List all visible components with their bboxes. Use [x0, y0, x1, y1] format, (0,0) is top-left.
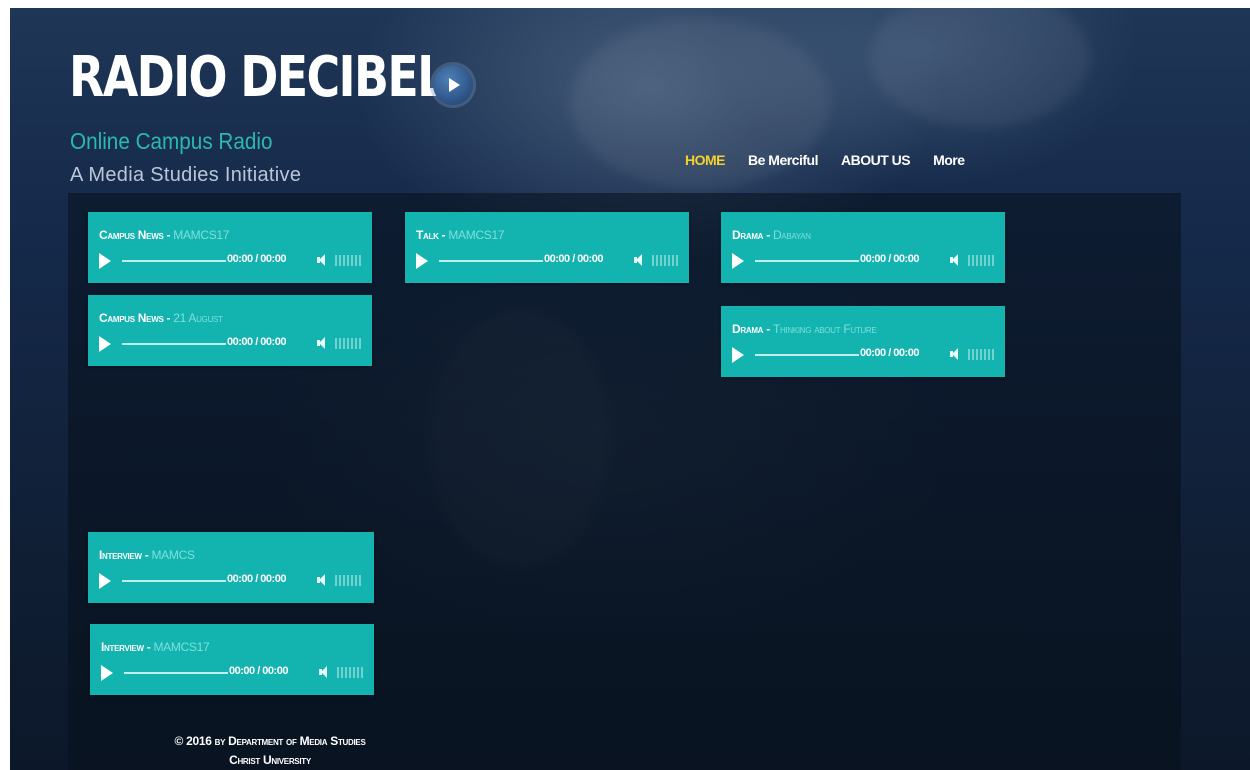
- audio-player: Drama - Thinking about Future 00:00 / 00…: [721, 306, 1005, 377]
- volume-icon-cone: [319, 337, 325, 349]
- volume-icon-cone: [319, 254, 325, 266]
- player-title: Campus News - MAMCS17: [99, 228, 229, 242]
- volume-slider[interactable]: [335, 338, 361, 349]
- play-icon[interactable]: [99, 336, 111, 352]
- title-separator: -: [163, 228, 174, 242]
- volume-icon-cone: [952, 348, 958, 360]
- player-title: Interview - MAMCS: [99, 548, 195, 562]
- player-time: 00:00 / 00:00: [227, 573, 286, 585]
- player-title: Drama - Dabayan: [732, 228, 811, 242]
- tagline-secondary: A Media Studies Initiative: [70, 164, 302, 186]
- play-icon[interactable]: [732, 253, 744, 269]
- progress-track[interactable]: [755, 354, 859, 356]
- player-track-name: MAMCS: [151, 548, 195, 562]
- title-separator: -: [163, 311, 174, 325]
- volume-slider[interactable]: [335, 575, 361, 586]
- nav-item-more[interactable]: More: [933, 152, 965, 168]
- tagline-primary: Online Campus Radio: [70, 128, 273, 154]
- progress-track[interactable]: [124, 672, 228, 674]
- player-time: 00:00 / 00:00: [544, 253, 603, 265]
- site-logo[interactable]: RADIO DECIBEL: [69, 50, 446, 106]
- player-time: 00:00 / 00:00: [860, 253, 919, 265]
- player-category: Campus News: [99, 311, 164, 325]
- player-title: Drama - Thinking about Future: [732, 322, 877, 336]
- volume-icon-cone: [636, 254, 642, 266]
- player-time: 00:00 / 00:00: [229, 665, 288, 677]
- audio-player: Campus News - 21 August 00:00 / 00:00: [88, 295, 372, 366]
- footer-institution: Christ University: [229, 753, 311, 767]
- player-category: Interview: [101, 640, 144, 654]
- player-track-name: MAMCS17: [173, 228, 230, 242]
- volume-slider[interactable]: [968, 349, 994, 360]
- player-category: Drama: [732, 322, 764, 336]
- progress-track[interactable]: [439, 260, 543, 262]
- player-time: 00:00 / 00:00: [860, 347, 919, 359]
- audio-player: Drama - Dabayan 00:00 / 00:00: [721, 212, 1005, 283]
- player-category: Drama: [732, 228, 764, 242]
- player-time: 00:00 / 00:00: [227, 253, 286, 265]
- player-track-name: MAMCS17: [448, 228, 505, 242]
- nav-item-home[interactable]: HOME: [685, 152, 726, 168]
- volume-icon-cone: [952, 254, 958, 266]
- audio-player: Interview - MAMCS 00:00 / 00:00: [88, 532, 374, 603]
- site-footer: © 2016 by Department of Media Studies Ch…: [10, 732, 530, 770]
- volume-icon[interactable]: [317, 574, 329, 586]
- play-icon: [449, 78, 460, 92]
- progress-track[interactable]: [755, 260, 859, 262]
- player-track-name: 21 August: [173, 311, 223, 325]
- footer-copyright: © 2016 by Department of Media Studies: [174, 734, 366, 748]
- volume-icon[interactable]: [634, 254, 646, 266]
- player-title: Campus News - 21 August: [99, 311, 223, 325]
- volume-icon[interactable]: [317, 337, 329, 349]
- play-icon[interactable]: [99, 253, 111, 269]
- title-separator: -: [763, 228, 773, 242]
- nav-item-about-us[interactable]: ABOUT US: [841, 152, 911, 168]
- volume-slider[interactable]: [652, 255, 678, 266]
- player-track-name: Dabayan: [772, 228, 811, 242]
- background-shape: [870, 8, 1090, 128]
- play-icon[interactable]: [99, 573, 111, 589]
- player-track-name: Thinking about Future: [772, 322, 877, 336]
- volume-icon-cone: [321, 666, 327, 678]
- audio-player: Interview - MAMCS17 00:00 / 00:00: [90, 624, 374, 695]
- player-title: Talk - MAMCS17: [416, 228, 505, 242]
- play-circle-icon[interactable]: [433, 65, 473, 105]
- volume-icon[interactable]: [319, 666, 331, 678]
- audio-player: Campus News - MAMCS17 00:00 / 00:00: [88, 212, 372, 283]
- play-icon[interactable]: [732, 347, 744, 363]
- page-frame: RADIO DECIBEL Online Campus Radio A Medi…: [10, 8, 1250, 770]
- progress-track[interactable]: [122, 260, 226, 262]
- player-track-name: MAMCS17: [153, 640, 210, 654]
- title-separator: -: [763, 322, 773, 336]
- player-time: 00:00 / 00:00: [227, 336, 286, 348]
- player-title: Interview - MAMCS17: [101, 640, 210, 654]
- main-nav: HOME Be Merciful ABOUT US More: [685, 152, 988, 168]
- volume-slider[interactable]: [337, 667, 363, 678]
- player-category: Interview: [99, 548, 142, 562]
- volume-icon-cone: [319, 574, 325, 586]
- nav-item-be-merciful[interactable]: Be Merciful: [748, 152, 818, 168]
- title-separator: -: [438, 228, 449, 242]
- volume-icon[interactable]: [950, 254, 962, 266]
- player-category: Campus News: [99, 228, 164, 242]
- play-icon[interactable]: [101, 665, 113, 681]
- progress-track[interactable]: [122, 343, 226, 345]
- progress-track[interactable]: [122, 580, 226, 582]
- volume-icon[interactable]: [950, 348, 962, 360]
- audio-player: Talk - MAMCS17 00:00 / 00:00: [405, 212, 689, 283]
- play-icon[interactable]: [416, 253, 428, 269]
- volume-slider[interactable]: [335, 255, 361, 266]
- player-category: Talk: [416, 228, 439, 242]
- volume-icon[interactable]: [317, 254, 329, 266]
- volume-slider[interactable]: [968, 255, 994, 266]
